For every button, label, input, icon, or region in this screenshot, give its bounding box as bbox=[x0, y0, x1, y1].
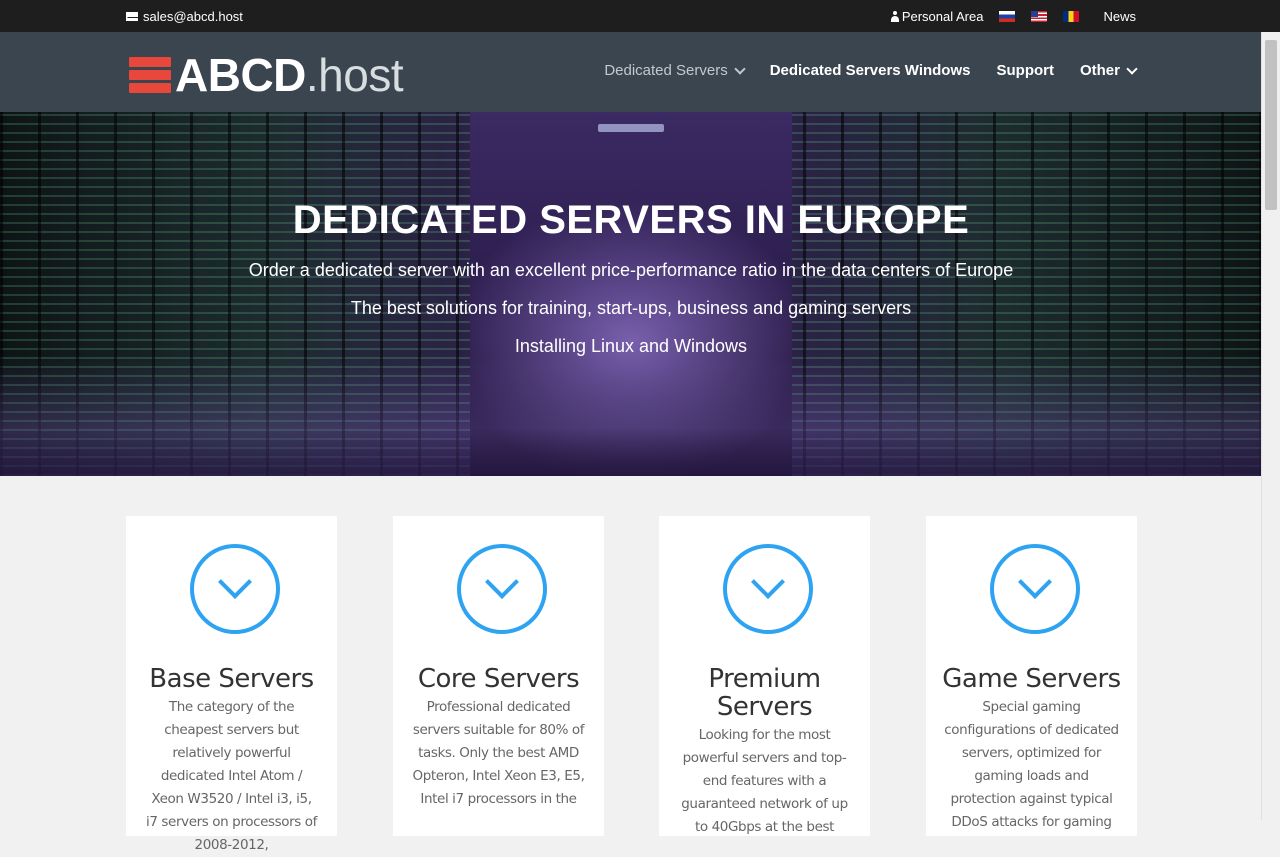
site-logo[interactable]: ABCD.host bbox=[129, 49, 404, 101]
hero-banner: DEDICATED SERVERS IN EUROPE Order a dedi… bbox=[0, 112, 1262, 476]
ru-flag-icon[interactable] bbox=[999, 11, 1016, 22]
ro-flag-icon[interactable] bbox=[1063, 11, 1080, 22]
news-link[interactable]: News bbox=[1103, 9, 1136, 24]
nav-dedicated-servers[interactable]: Dedicated Servers bbox=[604, 62, 746, 79]
card-title: Base Servers bbox=[149, 664, 314, 694]
email-text: sales@abcd.host bbox=[143, 9, 243, 24]
circle-chevron-down-icon bbox=[190, 544, 280, 634]
main-nav: Dedicated Servers Dedicated Servers Wind… bbox=[604, 62, 1138, 79]
card-base-servers[interactable]: Base Servers The category of the cheapes… bbox=[126, 516, 337, 853]
circle-chevron-down-icon bbox=[457, 544, 547, 634]
person-icon bbox=[890, 11, 899, 22]
scrollbar-thumb[interactable] bbox=[1265, 40, 1277, 210]
envelope-icon bbox=[126, 12, 138, 21]
page-scrollbar[interactable] bbox=[1261, 32, 1280, 820]
logo-server-icon bbox=[129, 56, 171, 94]
card-game-servers[interactable]: Game Servers Special gaming configuratio… bbox=[926, 516, 1137, 836]
card-title: Premium Servers bbox=[708, 664, 821, 722]
chevron-down-icon bbox=[1126, 62, 1138, 75]
us-flag-icon[interactable] bbox=[1031, 11, 1048, 22]
card-text: The category of the cheapest servers but… bbox=[145, 699, 318, 853]
card-text: Special gaming configurations of dedicat… bbox=[944, 699, 1119, 830]
ceiling-light bbox=[598, 124, 664, 132]
hero-line-2: The best solutions for training, start-u… bbox=[350, 298, 912, 318]
personal-area-link[interactable]: Personal Area bbox=[890, 9, 983, 24]
nav-dedicated-servers-windows[interactable]: Dedicated Servers Windows bbox=[770, 62, 971, 79]
nav-other[interactable]: Other bbox=[1080, 62, 1138, 79]
card-core-servers[interactable]: Core Servers Professional dedicated serv… bbox=[393, 516, 604, 836]
logo-text: ABCD.host bbox=[175, 49, 404, 101]
hero-title: DEDICATED SERVERS IN EUROPE bbox=[292, 198, 970, 242]
top-bar: sales@abcd.host Personal Area News bbox=[0, 0, 1280, 32]
hero-floor bbox=[0, 356, 1262, 476]
hero-line-3: Installing Linux and Windows bbox=[514, 336, 748, 356]
card-text: Looking for the most powerful servers an… bbox=[681, 727, 848, 835]
card-premium-servers[interactable]: Premium Servers Looking for the most pow… bbox=[659, 516, 870, 836]
nav-support[interactable]: Support bbox=[996, 62, 1054, 79]
card-title: Game Servers bbox=[942, 664, 1121, 694]
hero-line-1: Order a dedicated server with an excelle… bbox=[248, 260, 1014, 280]
email-link[interactable]: sales@abcd.host bbox=[126, 9, 243, 24]
card-title: Core Servers bbox=[417, 664, 580, 694]
circle-chevron-down-icon bbox=[990, 544, 1080, 634]
chevron-down-icon bbox=[734, 62, 746, 75]
site-header: ABCD.host Dedicated Servers Dedicated Se… bbox=[0, 32, 1262, 112]
top-bar-right: Personal Area News bbox=[890, 9, 1136, 24]
card-text: Professional dedicated servers suitable … bbox=[412, 699, 585, 807]
circle-chevron-down-icon bbox=[723, 544, 813, 634]
